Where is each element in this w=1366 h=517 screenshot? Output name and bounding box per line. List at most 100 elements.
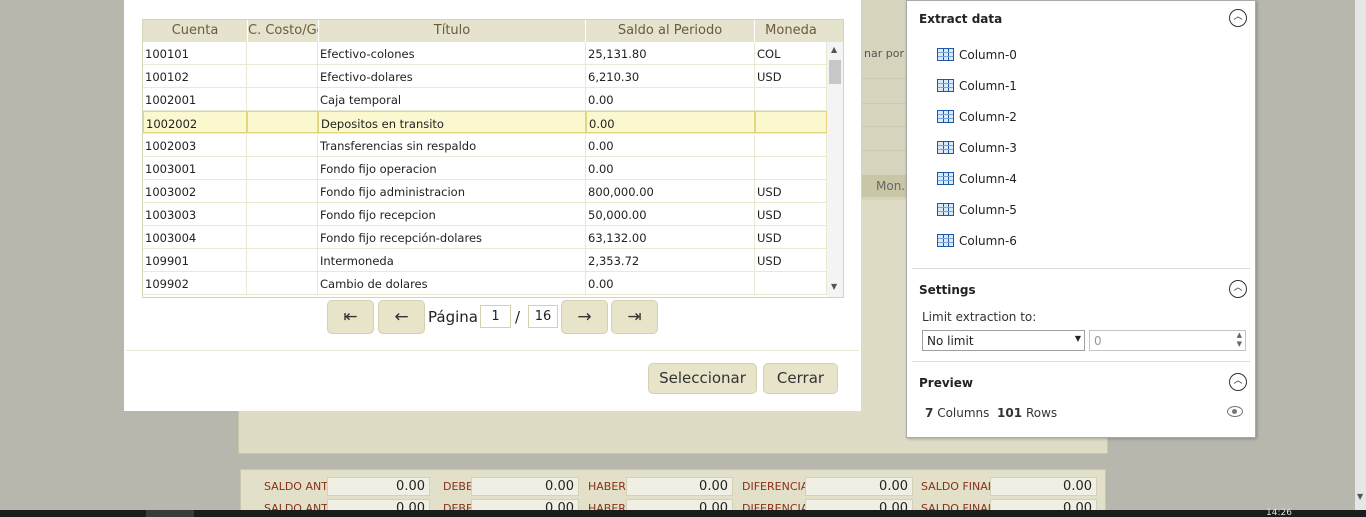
table-scrollbar-thumb[interactable] (829, 60, 841, 84)
cell-titulo: Fondo fijo administracion (318, 180, 586, 202)
next-page-button[interactable]: → (561, 300, 608, 334)
extract-data-panel: Extract data ︿ Column-0 Column-1 Column-2 C… (906, 0, 1256, 438)
cell-costo (247, 226, 318, 248)
cell-moneda: USD (755, 226, 827, 248)
cell-cuenta: 100101 (143, 42, 247, 64)
cell-titulo: Efectivo-dolares (318, 65, 586, 87)
cell-saldo: 50,000.00 (586, 203, 755, 225)
cell-moneda (755, 134, 827, 156)
extract-column-item[interactable]: Column-6 (937, 232, 1137, 252)
taskbar (0, 510, 1366, 517)
last-page-button[interactable]: ⇥ (611, 300, 658, 334)
cell-titulo: Intermoneda (318, 249, 586, 271)
column-header-saldo[interactable]: Saldo al Periodo (586, 23, 754, 38)
extract-column-item[interactable]: Column-0 (937, 46, 1137, 66)
cell-saldo: 0.00 (586, 272, 755, 294)
cell-cuenta: 109902 (143, 272, 247, 294)
totals-row: SALDO ANT. 0.00 DEBE 0.00 HABER 0.00 DIFERENCI… (241, 476, 1107, 498)
cell-costo (247, 203, 318, 225)
limit-extraction-select[interactable]: No limit ▼ (922, 330, 1085, 351)
previous-page-button[interactable]: ← (378, 300, 425, 334)
cell-moneda (755, 88, 827, 110)
totals-label: HABER (588, 480, 626, 493)
table-column-icon (937, 172, 954, 185)
page-number-input[interactable]: 1 (480, 305, 511, 328)
table-scrollbar[interactable]: ▲ ▼ (827, 42, 843, 297)
cell-titulo: Caja temporal (318, 88, 586, 110)
dialog-footer-divider (126, 350, 859, 351)
cell-cuenta: 1002001 (143, 88, 247, 110)
scroll-down-icon[interactable]: ▼ (831, 282, 837, 291)
cell-saldo: 0.00 (586, 134, 755, 156)
preview-title: Preview (919, 376, 974, 390)
table-row[interactable]: 109902 Cambio de dolares 0.00 (143, 272, 827, 295)
table-row[interactable]: 1003002 Fondo fijo administracion 800,000.… (143, 180, 827, 203)
limit-extraction-value: No limit (927, 334, 974, 348)
spinner-icon[interactable]: ▲ ▼ (1237, 331, 1242, 349)
table-row[interactable]: 1002003 Transferencias sin respaldo 0.00 (143, 134, 827, 157)
cell-moneda: USD (755, 65, 827, 87)
cell-saldo: 0.00 (586, 88, 755, 110)
column-header-moneda[interactable]: Moneda (755, 23, 827, 38)
cell-moneda: USD (755, 203, 827, 225)
extract-column-label: Column-6 (959, 234, 1017, 248)
table-row[interactable]: 1003003 Fondo fijo recepcion 50,000.00 USD (143, 203, 827, 226)
cell-saldo: 25,131.80 (586, 42, 755, 64)
extract-column-item[interactable]: Column-3 (937, 139, 1137, 159)
cell-titulo: Transferencias sin respaldo (318, 134, 586, 156)
eye-icon[interactable] (1227, 406, 1243, 417)
extract-column-label: Column-5 (959, 203, 1017, 217)
cell-moneda (755, 157, 827, 179)
totals-label: DIFERENCIA (742, 480, 809, 493)
extract-column-item[interactable]: Column-5 (937, 201, 1137, 221)
extract-column-item[interactable]: Column-2 (937, 108, 1137, 128)
table-column-icon (937, 48, 954, 61)
page-label: Página (428, 308, 478, 326)
totals-value: 0.00 (471, 477, 579, 496)
cell-costo (247, 88, 318, 110)
cell-moneda (755, 272, 827, 294)
cell-titulo: Fondo fijo recepción-dolares (318, 226, 586, 248)
extract-column-item[interactable]: Column-4 (937, 170, 1137, 190)
cell-costo (247, 272, 318, 294)
page-scrollbar[interactable]: ▼ (1355, 0, 1366, 510)
extract-column-item[interactable]: Column-1 (937, 77, 1137, 97)
column-header-titulo[interactable]: Título (319, 23, 585, 38)
table-row[interactable]: 1002002 Depositos en transito 0.00 (143, 111, 827, 134)
background-filter-label: nar por T (864, 47, 908, 60)
taskbar-active-app[interactable] (146, 510, 194, 517)
cell-costo (247, 65, 318, 87)
table-row[interactable]: 1002001 Caja temporal 0.00 (143, 88, 827, 111)
column-header-costo[interactable]: C. Costo/Gc (248, 23, 318, 38)
table-row[interactable]: 1003004 Fondo fijo recepción-dolares 63,13… (143, 226, 827, 249)
table-row[interactable]: 100101 Efectivo-colones 25,131.80 COL (143, 42, 827, 65)
table-row[interactable]: 100102 Efectivo-dolares 6,210.30 USD (143, 65, 827, 88)
table-column-icon (937, 110, 954, 123)
cell-cuenta: 1002002 (143, 111, 247, 133)
collapse-preview-icon[interactable]: ︿ (1229, 373, 1247, 391)
totals-label: SALDO ANT. (264, 480, 331, 493)
scroll-up-icon[interactable]: ▲ (831, 45, 837, 54)
preview-rows-count: 101 (997, 406, 1023, 420)
cell-cuenta: 100102 (143, 65, 247, 87)
preview-columns-count: 7 (925, 406, 934, 420)
totals-label: SALDO FINAL (921, 480, 994, 493)
totals-value: 0.00 (626, 477, 733, 496)
collapse-settings-icon[interactable]: ︿ (1229, 280, 1247, 298)
first-page-button[interactable]: ⇤ (327, 300, 374, 334)
scroll-down-icon[interactable]: ▼ (1357, 492, 1363, 501)
close-button[interactable]: Cerrar (763, 363, 838, 394)
limit-number-input[interactable]: 0 ▲ ▼ (1089, 330, 1246, 351)
table-column-icon (937, 203, 954, 216)
table-row[interactable]: 1003001 Fondo fijo operacion 0.00 (143, 157, 827, 180)
collapse-extract-icon[interactable]: ︿ (1229, 9, 1247, 27)
column-header-cuenta[interactable]: Cuenta (143, 23, 247, 38)
extract-column-label: Column-4 (959, 172, 1017, 186)
chevron-down-icon[interactable]: ▼ (1075, 334, 1081, 343)
table-row[interactable]: 109901 Intermoneda 2,353.72 USD (143, 249, 827, 272)
select-button[interactable]: Seleccionar (648, 363, 757, 394)
preview-columns-label: Columns (937, 406, 990, 420)
cell-costo (247, 249, 318, 271)
extract-column-label: Column-2 (959, 110, 1017, 124)
cell-cuenta: 109901 (143, 249, 247, 271)
